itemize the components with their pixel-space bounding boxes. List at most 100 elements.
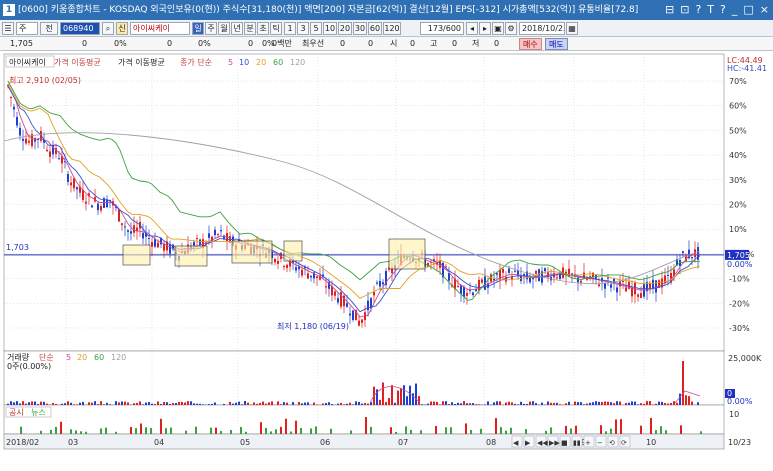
stock-code-input[interactable]: 068940 <box>60 22 100 35</box>
nav-button-label[interactable]: ▮▮ <box>573 439 581 447</box>
stock-chart[interactable]: 70%60%50%40%30%20%10%0.00%-10%-20%-30%20… <box>0 51 773 468</box>
nav-button-label[interactable]: ⟲ <box>609 439 615 447</box>
news-label-news: 뉴스 <box>31 408 46 417</box>
ref-button[interactable]: 전 <box>40 22 58 35</box>
interval-20-button[interactable]: 20 <box>338 22 352 35</box>
volume-bar <box>682 361 684 405</box>
calendar-icon[interactable]: ▦ <box>566 22 578 35</box>
font-icon[interactable]: T <box>707 0 714 20</box>
help-icon[interactable]: ? <box>695 0 701 20</box>
interval-30-button[interactable]: 30 <box>353 22 367 35</box>
candle-body <box>448 273 450 281</box>
volume-bar <box>388 398 390 405</box>
candle-body <box>28 141 30 143</box>
sell-button[interactable]: 매도 <box>545 38 568 50</box>
y-tick-label: 40% <box>729 151 747 160</box>
candle-body <box>466 293 468 296</box>
volume-bar <box>652 404 654 405</box>
period-year-button[interactable]: 년 <box>231 22 243 35</box>
volume-bar <box>52 403 54 405</box>
nav-button-label[interactable]: − <box>597 439 603 447</box>
volume-ma-period: 60 <box>94 353 104 362</box>
minimize-icon[interactable]: _ <box>732 0 738 20</box>
volume-bar <box>508 402 510 405</box>
view-count-field[interactable]: 173/600 <box>420 22 464 35</box>
news-bar <box>220 431 222 434</box>
low-price-note: 최저 1,180 (06/19) <box>277 321 349 331</box>
news-bar <box>100 428 102 434</box>
volume-bar <box>172 403 174 405</box>
interval-3-button[interactable]: 3 <box>297 22 309 35</box>
date-input[interactable]: 2018/10/23 <box>519 22 565 35</box>
candle-body <box>580 281 582 283</box>
interval-10-button[interactable]: 10 <box>323 22 337 35</box>
candle-body <box>16 117 18 126</box>
volume-bar <box>73 404 75 405</box>
interval-1-button[interactable]: 1 <box>284 22 296 35</box>
nav-button-label[interactable]: ◀◀ <box>537 439 548 447</box>
nav-button-label[interactable]: ◀ <box>513 439 519 447</box>
period-tick-button[interactable]: 틱 <box>270 22 282 35</box>
volume-bar <box>223 404 225 405</box>
nav-button-label[interactable]: ▶▶ <box>549 439 560 447</box>
period-month-button[interactable]: 월 <box>218 22 230 35</box>
nav-button-label[interactable]: ■ <box>561 439 568 447</box>
volume-bar <box>559 404 561 405</box>
candle-body <box>622 281 624 282</box>
volume-bar <box>418 396 420 405</box>
volume-bar <box>181 402 183 405</box>
candle-body <box>121 223 123 225</box>
close-icon[interactable]: × <box>760 0 769 20</box>
next-icon[interactable]: ▸ <box>479 22 491 35</box>
interval-120-button[interactable]: 120 <box>383 22 401 35</box>
period-day-button[interactable]: 일 <box>192 22 204 35</box>
window-titlebar: 1 [0600] 키움종합차트 - KOSDAQ 외국인보유(0(현)) 주식수… <box>0 0 773 20</box>
menu-icon[interactable]: ☰ <box>2 22 14 35</box>
volume-bar <box>184 403 186 405</box>
candle-body <box>307 273 309 278</box>
buy-button[interactable]: 매수 <box>519 38 542 50</box>
stock-name-field[interactable]: 아이씨케이 <box>130 22 190 35</box>
volume-bar <box>529 402 531 405</box>
news-bar <box>510 428 512 434</box>
settings-icon[interactable]: ⚙ <box>505 22 517 35</box>
volume-bar <box>520 402 522 405</box>
news-bar <box>450 427 452 434</box>
current-price-label: 1,705 <box>727 251 750 260</box>
layout-icon[interactable]: ⊟ <box>665 0 674 20</box>
candle-body <box>13 107 15 110</box>
volume-bar <box>280 404 282 405</box>
nav-button-label[interactable]: ▶ <box>525 439 531 447</box>
help2-icon[interactable]: ? <box>720 0 726 20</box>
news-bar <box>545 431 547 434</box>
maximize-panel-icon[interactable]: ⊡ <box>680 0 689 20</box>
volume-bar <box>436 402 438 405</box>
interval-5-button[interactable]: 5 <box>310 22 322 35</box>
volume-bar <box>235 403 237 405</box>
volume-bar <box>628 403 630 405</box>
maximize-icon[interactable]: □ <box>743 0 753 20</box>
volume-bar <box>448 404 450 405</box>
period-week-button[interactable]: 주 <box>205 22 217 35</box>
search-icon[interactable]: ⌕ <box>102 22 114 35</box>
period-second-button[interactable]: 초 <box>257 22 269 35</box>
period-minute-button[interactable]: 분 <box>244 22 256 35</box>
volume-bar <box>94 401 96 405</box>
candle-body <box>220 230 222 231</box>
candle-body <box>310 276 312 278</box>
volume-bar <box>175 403 177 405</box>
nav-button-label[interactable]: + <box>585 439 591 447</box>
chart-area[interactable]: 70%60%50%40%30%20%10%0.00%-10%-20%-30%20… <box>0 51 773 468</box>
volume-bar <box>514 404 516 405</box>
volume-bar <box>244 401 246 405</box>
nav-button-label[interactable]: ⟳ <box>621 439 627 447</box>
interval-60-button[interactable]: 60 <box>368 22 382 35</box>
period-select[interactable]: 주 <box>16 22 38 35</box>
candle-body <box>535 271 537 274</box>
volume-bar <box>241 404 243 405</box>
prev-icon[interactable]: ◂ <box>466 22 478 35</box>
lock-icon[interactable]: ▣ <box>492 22 504 35</box>
candle-body <box>100 206 102 210</box>
candle-body <box>376 283 378 284</box>
volume-bar <box>322 404 324 405</box>
